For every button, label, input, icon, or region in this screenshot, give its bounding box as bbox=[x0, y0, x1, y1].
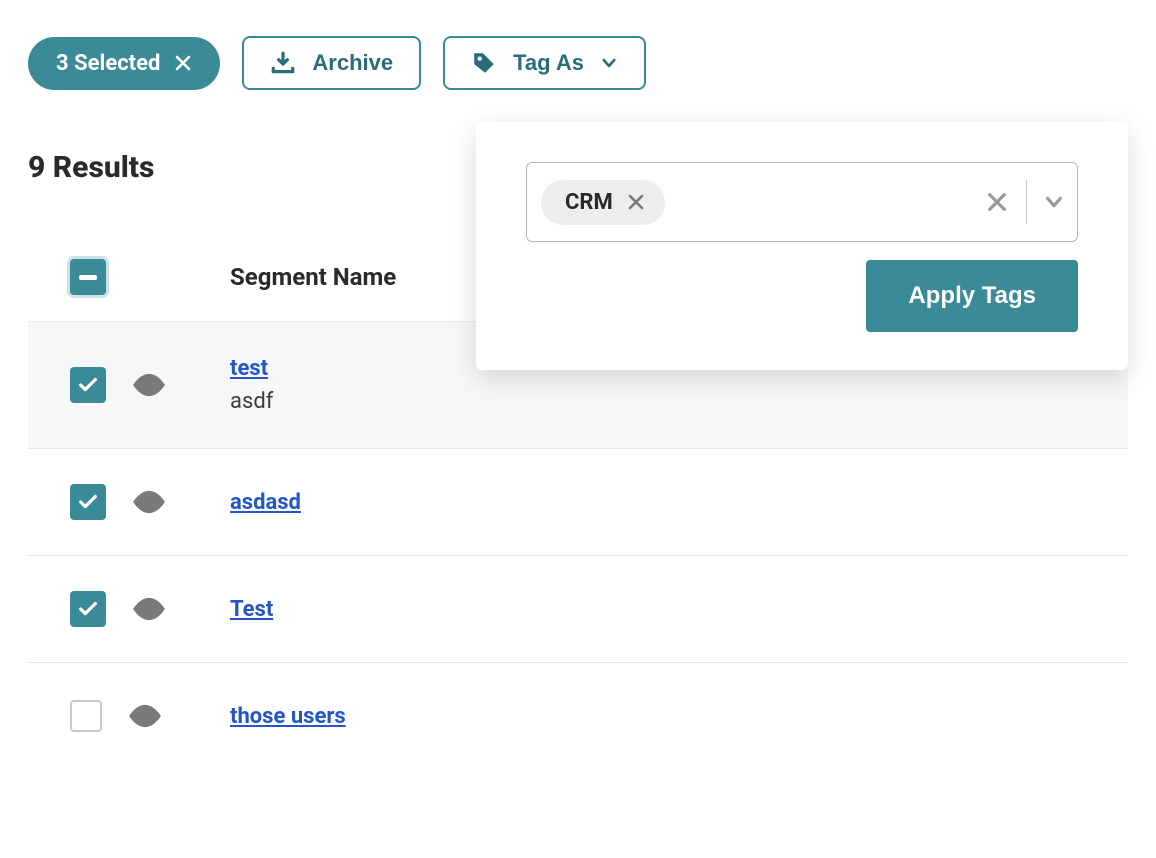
clear-tags-icon[interactable] bbox=[986, 191, 1008, 213]
row-checkbox[interactable] bbox=[70, 700, 102, 732]
tag-chip-remove-icon[interactable] bbox=[627, 193, 645, 211]
table-row: those users bbox=[28, 663, 1128, 769]
clear-selection-icon[interactable] bbox=[174, 54, 192, 72]
archive-button[interactable]: Archive bbox=[242, 36, 421, 90]
row-checkbox[interactable] bbox=[70, 591, 106, 627]
tag-as-button[interactable]: Tag As bbox=[443, 36, 646, 90]
tag-icon bbox=[471, 50, 497, 76]
tag-multiselect[interactable]: CRM bbox=[526, 162, 1078, 242]
row-checkbox[interactable] bbox=[70, 367, 106, 403]
column-header-segment-name: Segment Name bbox=[230, 263, 396, 291]
separator bbox=[1026, 180, 1028, 224]
tag-as-button-label: Tag As bbox=[513, 50, 584, 76]
visibility-icon[interactable] bbox=[130, 590, 168, 628]
visibility-icon[interactable] bbox=[126, 697, 164, 735]
tag-as-popover: CRM Apply Tags bbox=[476, 122, 1128, 370]
table-row: Test bbox=[28, 556, 1128, 663]
archive-icon bbox=[270, 50, 296, 76]
segment-name-link[interactable]: test bbox=[230, 356, 273, 381]
row-checkbox[interactable] bbox=[70, 484, 106, 520]
visibility-icon[interactable] bbox=[130, 366, 168, 404]
archive-button-label: Archive bbox=[312, 50, 393, 76]
chevron-down-icon[interactable] bbox=[1043, 191, 1065, 213]
apply-tags-button[interactable]: Apply Tags bbox=[866, 260, 1078, 332]
segment-name-link[interactable]: those users bbox=[230, 704, 346, 729]
segment-name-link[interactable]: asdasd bbox=[230, 490, 301, 515]
segment-subtitle: asdf bbox=[230, 389, 273, 414]
tag-chip: CRM bbox=[541, 180, 665, 225]
selected-count-pill[interactable]: 3 Selected bbox=[28, 37, 220, 90]
tag-chip-label: CRM bbox=[565, 190, 613, 215]
selected-count-label: 3 Selected bbox=[56, 51, 160, 76]
select-all-checkbox[interactable] bbox=[70, 259, 106, 295]
table-row: asdasd bbox=[28, 449, 1128, 556]
segment-name-link[interactable]: Test bbox=[230, 597, 273, 622]
visibility-icon[interactable] bbox=[130, 483, 168, 521]
action-toolbar: 3 Selected Archive Tag As bbox=[28, 36, 1128, 90]
chevron-down-icon bbox=[600, 54, 618, 72]
